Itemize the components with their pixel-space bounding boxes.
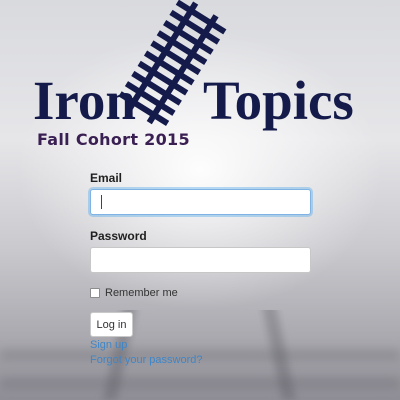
logo: Iron Topics Fall Cohort 2015 [0,0,400,160]
forgot-password-link[interactable]: Forgot your password? [90,354,203,366]
logo-word-iron: Iron [33,70,136,131]
logo-word-topics: Topics [203,70,354,131]
remember-checkbox[interactable] [90,288,100,298]
text-caret [101,195,102,209]
remember-me[interactable]: Remember me [90,287,178,299]
email-label: Email [90,171,123,185]
background-tie [0,378,400,388]
password-field[interactable] [90,247,311,273]
email-field[interactable] [90,189,311,215]
login-button[interactable]: Log in [90,312,133,337]
remember-label: Remember me [105,287,178,299]
password-label: Password [90,229,147,243]
login-page: Iron Topics Fall Cohort 2015 Email Passw… [0,0,400,400]
logo-subtitle: Fall Cohort 2015 [37,130,190,149]
signup-link[interactable]: Sign up [90,339,127,351]
